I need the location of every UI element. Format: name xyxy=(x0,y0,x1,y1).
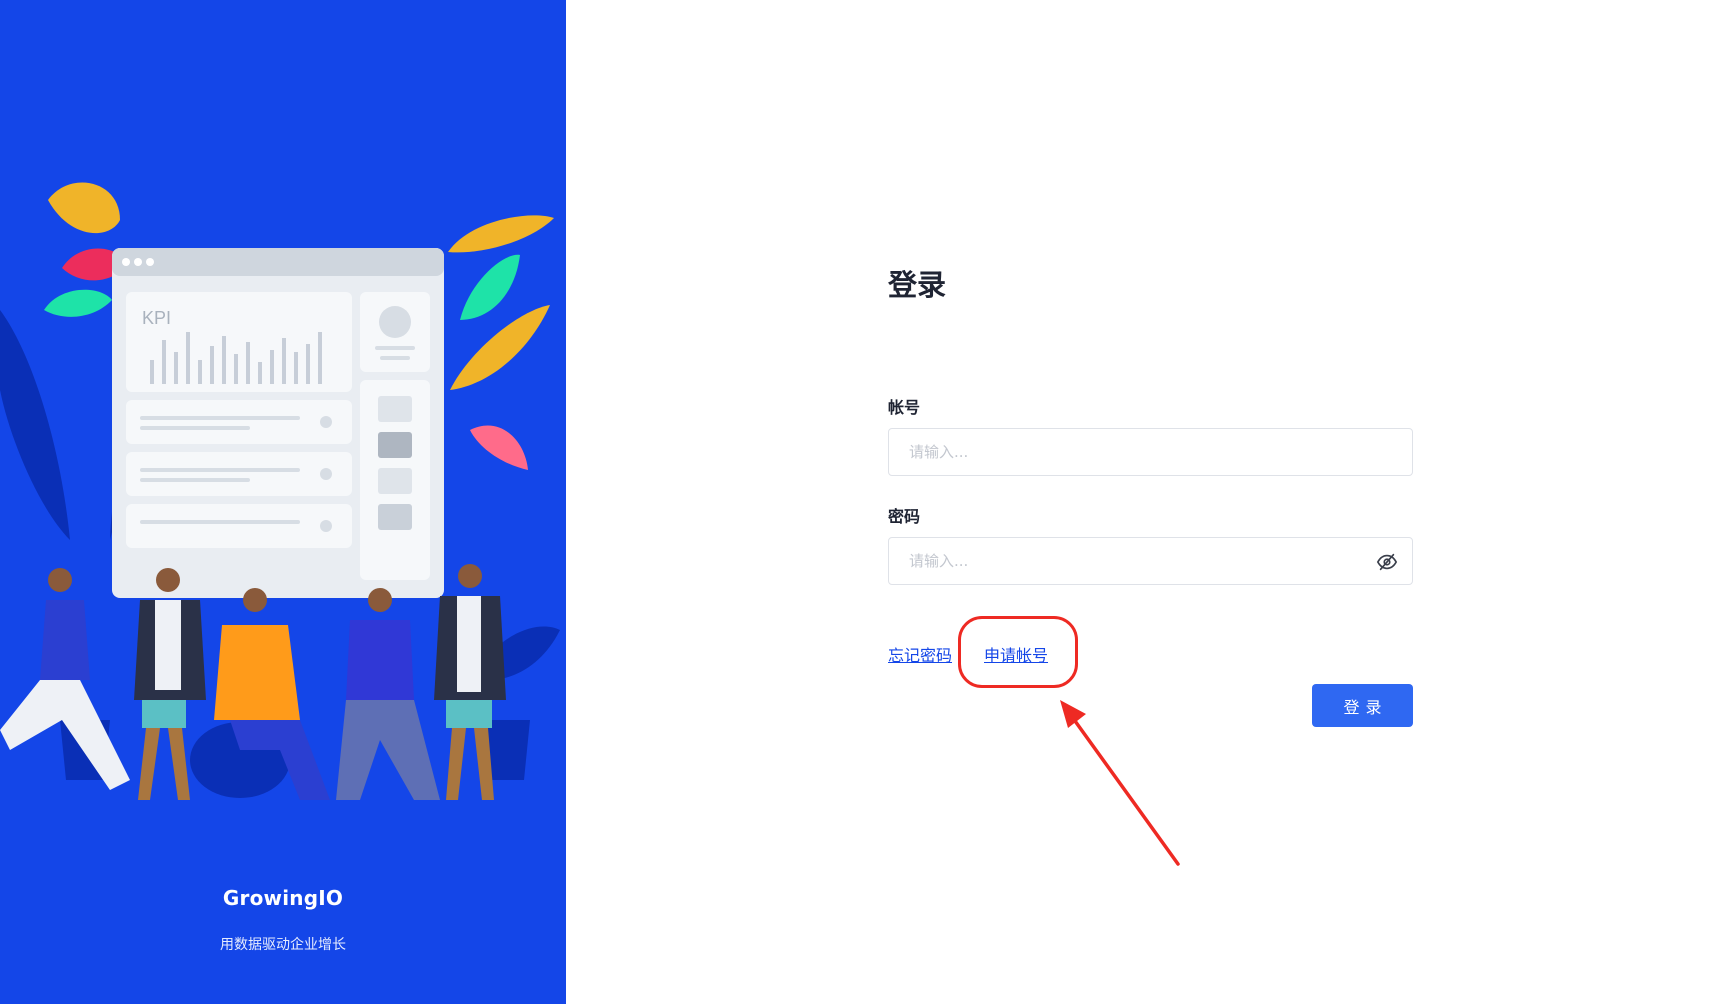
dashboard-titlebar xyxy=(112,248,444,276)
list-rows xyxy=(126,400,352,548)
leaf-dark-left xyxy=(0,310,70,540)
account-field-wrapper xyxy=(888,428,1413,476)
account-label: 帐号 xyxy=(888,398,921,417)
account-input[interactable] xyxy=(889,429,1412,475)
leaf-yellow-right-top xyxy=(448,215,554,253)
eye-off-icon[interactable] xyxy=(1376,551,1398,573)
brand-panel: KPI GrowingIO 用数据驱动企业增长 xyxy=(0,0,566,1004)
password-label: 密码 xyxy=(888,507,921,526)
team-dashboard-illustration: KPI xyxy=(0,182,560,800)
login-form-area: 登录 帐号 密码 忘记密码 申请帐号 登录 xyxy=(566,0,1712,1004)
kpi-label: KPI xyxy=(142,308,171,328)
leaf-pink-right xyxy=(470,425,528,470)
brand-name: GrowingIO xyxy=(222,886,344,910)
brand-tagline: 用数据驱动企业增长 xyxy=(220,937,346,953)
password-input[interactable] xyxy=(889,538,1412,584)
annotation-arrow-icon xyxy=(1060,700,1180,866)
apply-account-link[interactable]: 申请帐号 xyxy=(984,642,1048,666)
leaf-green-right xyxy=(460,254,520,320)
login-page: KPI GrowingIO 用数据驱动企业增长 登录 帐号 请输入... 密码 … xyxy=(0,0,1712,1004)
password-field-wrapper xyxy=(888,537,1413,585)
leaf-green-left xyxy=(44,289,112,317)
person-4 xyxy=(336,588,440,800)
login-submit-button[interactable]: 登录 xyxy=(1312,684,1413,727)
leaf-yellow-top-left xyxy=(48,182,120,234)
page-title: 登录 xyxy=(888,268,947,302)
forgot-password-link[interactable]: 忘记密码 xyxy=(888,642,952,666)
